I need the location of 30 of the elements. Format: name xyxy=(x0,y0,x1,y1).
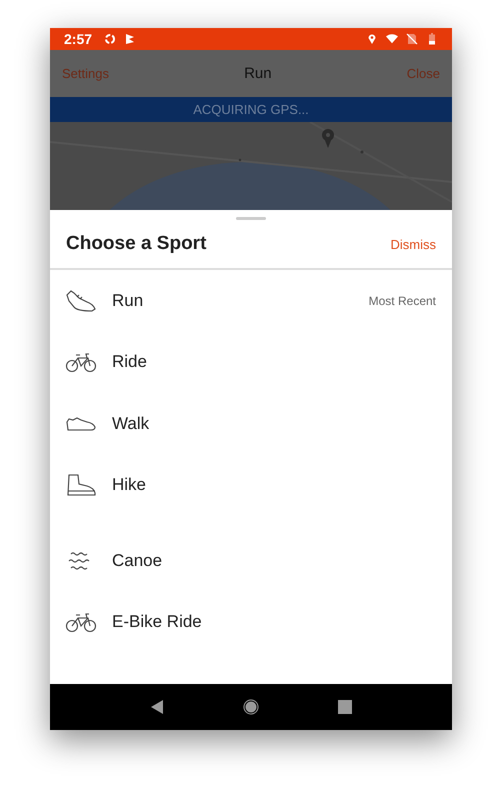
gps-status-text: ACQUIRING GPS... xyxy=(193,102,309,117)
flag-icon xyxy=(124,33,136,45)
sport-name: Run xyxy=(112,290,144,311)
sneaker-icon xyxy=(65,288,97,313)
battery-icon xyxy=(426,33,438,45)
sport-item[interactable]: Walk xyxy=(50,393,452,454)
sheet-title: Choose a Sport xyxy=(66,233,206,255)
location-icon xyxy=(366,33,378,45)
no-sim-icon xyxy=(406,33,418,45)
drag-handle[interactable] xyxy=(236,217,266,220)
wifi-icon xyxy=(386,33,398,45)
home-icon[interactable] xyxy=(243,699,259,715)
sport-item[interactable]: Run Most Recent xyxy=(50,270,452,332)
sport-item[interactable]: Hike xyxy=(50,454,452,516)
overview-icon[interactable] xyxy=(337,699,353,715)
clock-time: 2:57 xyxy=(64,31,92,47)
sport-item[interactable]: E-Bike Ride xyxy=(50,592,452,653)
sport-name: Ride xyxy=(112,352,147,372)
back-icon[interactable] xyxy=(149,699,165,715)
sport-name: Walk xyxy=(112,414,150,434)
sport-name: Hike xyxy=(112,475,146,496)
sport-item[interactable]: Ride xyxy=(50,332,452,393)
boot-icon xyxy=(65,473,97,498)
dismiss-link[interactable]: Dismiss xyxy=(390,236,436,252)
sport-name: Canoe xyxy=(112,550,162,571)
sync-icon xyxy=(104,33,116,45)
screen-title: Run xyxy=(244,65,272,82)
sport-item[interactable]: Canoe xyxy=(50,530,452,592)
sport-name: E-Bike Ride xyxy=(112,612,202,632)
most-recent-label: Most Recent xyxy=(368,294,436,308)
